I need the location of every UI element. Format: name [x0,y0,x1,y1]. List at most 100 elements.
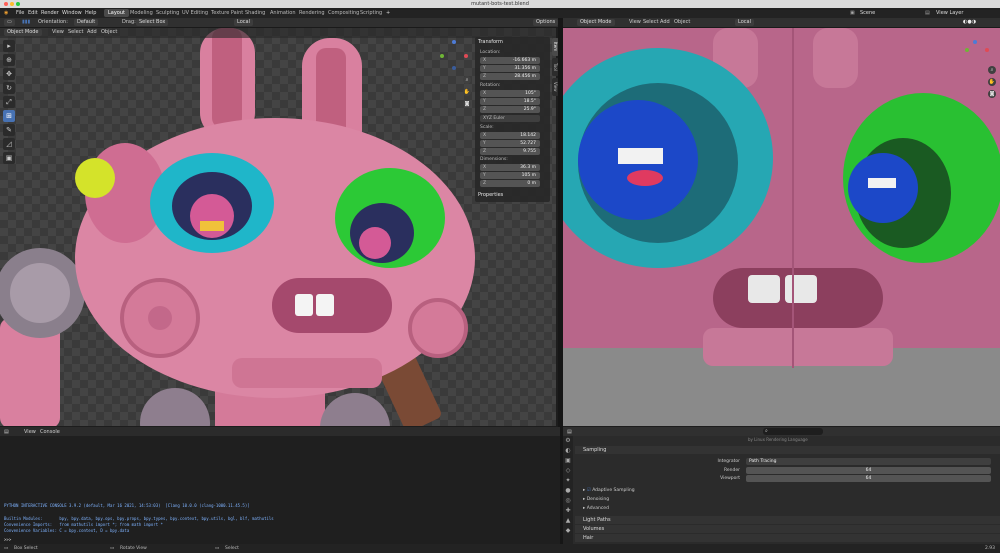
left-view-header: Object Mode View Select Add Object [0,28,556,38]
orientation-dropdown[interactable]: Default [74,19,99,26]
select-mode-icons[interactable]: ▮▮▮ [22,19,30,26]
properties-search-input[interactable]: ⌕ [763,428,823,435]
minimize-window-button[interactable] [10,2,14,6]
mode-dropdown-right[interactable]: Object Mode [577,19,615,26]
transform-icon[interactable]: ⊞ [3,110,15,122]
python-console[interactable]: ▤ View Console PYTHON INTERACTIVE CONSOL… [0,427,560,544]
menu-edit[interactable]: Edit [28,10,38,16]
zoom-window-button[interactable] [16,2,20,6]
camera-view-icon[interactable]: ◙ [463,100,471,108]
blender-logo-icon[interactable]: ◉ [4,10,8,16]
tab-scripting[interactable]: Scripting [356,9,386,17]
render-samples-label: Render [723,468,740,473]
navigation-gizmo-left[interactable] [438,40,470,72]
drag-dropdown[interactable]: Select Box [136,19,169,26]
sampling-section[interactable]: Sampling [575,446,1000,454]
location-z-field[interactable]: Z 28.456 m [480,73,540,80]
editor-type-icon[interactable]: ▤ [4,429,9,435]
transform-header[interactable]: Transform [478,39,503,45]
properties-hint: by Linux Rendering Language [748,437,808,442]
rotation-z-field[interactable]: Z 25.9° [480,106,540,113]
measure-icon[interactable]: ◿ [3,138,15,150]
console-menu-console[interactable]: Console [40,429,60,435]
left-menu-select[interactable]: Select [68,29,83,36]
status-context: Select [225,545,239,551]
properties-tab-column: ⚙ ◐ ▣ ◇ ✦ ● ◎ ✚ ▲ ◆ [563,436,573,544]
advanced-subpanel[interactable]: ▸ Advanced [583,506,609,511]
location-x-field[interactable]: X -16.663 m [480,57,540,64]
integrator-label: Integrator [717,459,740,464]
robot-render-left [0,28,475,426]
mode-dropdown-left[interactable]: Object Mode [4,29,42,36]
pivot-dropdown-right[interactable]: Local [735,19,754,26]
location-y-field[interactable]: Y 31.356 m [480,65,540,72]
select-box-icon[interactable]: ▸ [3,40,15,52]
cursor-icon[interactable]: ⊕ [3,54,15,66]
pan-hand-icon-right[interactable]: ✋ [988,78,996,86]
menu-file[interactable]: File [16,10,24,16]
menu-window[interactable]: Window [62,10,82,16]
view-layer-selector[interactable]: View Layer [936,10,963,16]
properties-header[interactable]: Properties [478,192,503,198]
console-prompt[interactable]: >>> [4,537,11,542]
close-window-button[interactable] [4,2,8,6]
left-menu-view[interactable]: View [52,29,64,36]
camera-view-icon-right[interactable]: ◙ [988,90,996,98]
checkbox-icon: ☑ [586,488,591,493]
left-menu-object[interactable]: Object [101,29,117,36]
scene-selector[interactable]: Scene [860,10,875,16]
pivot-dropdown[interactable]: Local [234,19,253,26]
integrator-dropdown[interactable]: Path Tracing [746,458,991,465]
viewport-left[interactable] [0,28,556,426]
scale-y-field[interactable]: Y 52.727 [480,140,540,147]
add-workspace-icon[interactable]: + [386,10,390,16]
rotation-mode-dropdown[interactable]: XYZ Euler [480,115,540,122]
view-layer-icon: ▤ [925,10,930,16]
console-menu-view[interactable]: View [24,429,36,435]
denoising-subpanel[interactable]: ▸ Denoising [583,497,609,502]
menu-render[interactable]: Render [41,10,59,16]
render-samples-field[interactable]: 64 [746,467,991,474]
status-version: 2.93 [985,545,996,551]
scale-x-field[interactable]: X 18.142 [480,132,540,139]
console-line-5: Convenience Variables: C = bpy.context, … [4,528,130,533]
scale-label: Scale: [480,125,494,130]
add-cube-icon[interactable]: ▣ [3,152,15,164]
properties-tab-icons[interactable]: ⚙ ◐ ▣ ◇ ✦ ● ◎ ✚ ▲ ◆ [563,436,573,536]
options-dropdown[interactable]: Options [533,19,559,26]
left-menu-add[interactable]: Add [87,29,97,36]
dimensions-y-field[interactable]: Y 105 m [480,172,540,179]
properties-header: ▤ ⌕ [563,427,1000,436]
annotate-icon[interactable]: ✎ [3,124,15,136]
rotation-y-field[interactable]: Y 18.5° [480,98,540,105]
right-view-header: Object Mode View Select Add Object Local… [563,18,1000,28]
scale-icon[interactable]: ⤢ [3,96,15,108]
tool-select-icon[interactable]: ▭ [4,19,15,26]
pan-hand-icon[interactable]: ✋ [463,88,471,96]
dimensions-x-field[interactable]: X 36.3 m [480,164,540,171]
menu-help[interactable]: Help [85,10,96,16]
rotation-x-field[interactable]: X 105° [480,90,540,97]
rotate-icon[interactable]: ↻ [3,82,15,94]
light-paths-section[interactable]: Light Paths [575,516,1000,524]
dimensions-z-field[interactable]: Z0 m [480,180,540,187]
right-menu-add[interactable]: Add [660,19,670,26]
move-icon[interactable]: ✥ [3,68,15,80]
shading-mode-icons[interactable]: ◐●◑ [963,19,976,26]
right-menu-object[interactable]: Object [674,19,690,26]
status-rotate: Rotate View [120,545,147,551]
zoom-icon-right[interactable]: ⌕ [988,66,996,74]
scale-z-field[interactable]: Z 9.755 [480,148,540,155]
adaptive-sampling-checkbox[interactable]: ▸ ☑ Adaptive Sampling [583,488,635,493]
zoom-icon[interactable]: ⌕ [463,76,471,84]
right-menu-view[interactable]: View [629,19,641,26]
console-line-1: PYTHON INTERACTIVE CONSOLE 3.9.2 (defaul… [4,503,250,508]
hair-section[interactable]: Hair [575,534,1000,542]
right-menu-select[interactable]: Select [643,19,658,26]
editor-type-icon-props[interactable]: ▤ [567,429,572,435]
volumes-section[interactable]: Volumes [575,525,1000,533]
dimensions-label: Dimensions: [480,157,508,162]
viewport-right-rendered[interactable] [563,28,1000,426]
viewport-samples-field[interactable]: 64 [746,475,991,482]
top-menubar: ◉ File Edit Render Window Help Layout Mo… [0,8,1000,18]
